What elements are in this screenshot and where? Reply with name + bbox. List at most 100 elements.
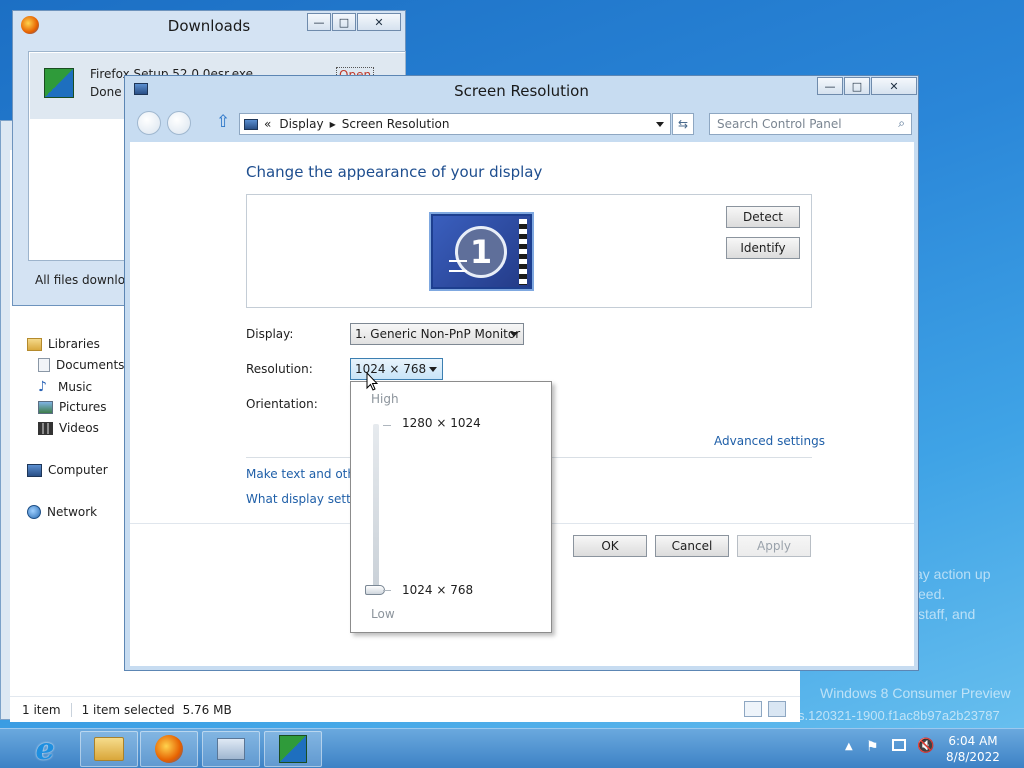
forward-button[interactable]	[167, 111, 191, 135]
nav-item-label: Computer	[48, 463, 108, 477]
taskbar-clock[interactable]: 6:04 AM 8/8/2022	[944, 733, 1002, 765]
maximize-icon: □	[338, 15, 350, 29]
computer-icon	[27, 463, 42, 477]
close-button[interactable]: ✕	[871, 77, 917, 95]
slider-low-label: Low	[371, 607, 395, 621]
item-count: 1 item	[22, 702, 61, 717]
orientation-label: Orientation:	[246, 397, 318, 411]
file-explorer-button[interactable]	[80, 731, 138, 767]
clock-time: 6:04 AM	[948, 734, 998, 748]
monitor-side-strip	[519, 219, 527, 285]
nav-item-videos[interactable]: Videos	[38, 421, 99, 435]
firefox-icon	[155, 735, 183, 763]
resolution-dropdown: High 1280 × 1024 1024 × 768 Low	[350, 381, 552, 633]
control-panel-icon	[217, 738, 245, 760]
close-icon: ✕	[374, 15, 384, 29]
search-placeholder: Search Control Panel	[717, 117, 842, 131]
maximize-icon: □	[851, 79, 863, 93]
taskbar: e ▲ ⚑ 🔇 6:04 AM 8/8/2022	[0, 728, 1024, 768]
advanced-settings-link[interactable]: Advanced settings	[714, 434, 825, 448]
minimize-button[interactable]: —	[817, 77, 843, 95]
identify-button[interactable]: Identify	[726, 237, 800, 259]
firefox-taskbar-button[interactable]	[140, 731, 198, 767]
resolution-slider-track[interactable]	[373, 424, 379, 594]
nav-item-documents[interactable]: Documents	[38, 358, 124, 372]
desktop-watermark-line1: ay action up	[915, 566, 991, 582]
nav-item-label: Videos	[59, 421, 99, 435]
volume-muted-icon[interactable]: 🔇	[917, 738, 934, 754]
maximize-button[interactable]: □	[332, 13, 356, 31]
apply-button[interactable]: Apply	[737, 535, 811, 557]
selected-size: 5.76 MB	[182, 702, 232, 717]
page-heading: Change the appearance of your display	[246, 163, 543, 181]
breadcrumb-display[interactable]: Display	[279, 117, 323, 131]
internet-explorer-icon: e	[35, 731, 55, 767]
nav-item-label: Pictures	[59, 400, 107, 414]
ok-button[interactable]: OK	[573, 535, 647, 557]
slider-tick-bottom	[383, 590, 391, 591]
nav-item-libraries[interactable]: Libraries	[27, 337, 100, 351]
resolution-label: Resolution:	[246, 362, 313, 376]
large-icons-view-icon[interactable]	[768, 701, 786, 717]
back-button[interactable]	[137, 111, 161, 135]
installer-icon	[279, 735, 307, 763]
minimize-icon: —	[313, 15, 325, 29]
close-icon: ✕	[889, 79, 899, 93]
breadcrumb-current[interactable]: Screen Resolution	[342, 117, 450, 131]
breadcrumb-separator-icon: ▶	[329, 119, 336, 129]
ie-button[interactable]: e	[20, 731, 70, 767]
nav-item-network[interactable]: Network	[27, 505, 97, 519]
mouse-cursor-icon	[366, 372, 378, 391]
address-bar[interactable]: « Display ▶ Screen Resolution	[239, 113, 671, 135]
libraries-icon	[27, 337, 42, 351]
nav-item-pictures[interactable]: Pictures	[38, 400, 107, 414]
display-label: Display:	[246, 327, 294, 341]
breadcrumb-chevron[interactable]: «	[264, 117, 271, 131]
monitor-1-icon[interactable]: 1	[431, 214, 532, 289]
show-hidden-icons-icon[interactable]: ▲	[845, 741, 853, 752]
close-button[interactable]: ✕	[357, 13, 401, 31]
videos-icon	[38, 421, 53, 435]
cancel-button[interactable]: Cancel	[655, 535, 729, 557]
resolution-select[interactable]: 1024 × 768	[350, 358, 443, 380]
display-icon	[244, 118, 258, 130]
resolution-slider-thumb[interactable]	[365, 585, 385, 595]
action-center-flag-icon[interactable]: ⚑	[866, 739, 879, 755]
detect-button[interactable]: Detect	[726, 206, 800, 228]
slider-high-label: High	[371, 392, 399, 406]
display-select[interactable]: 1. Generic Non-PnP Monitor	[350, 323, 524, 345]
minimize-button[interactable]: —	[307, 13, 331, 31]
up-arrow-icon[interactable]: ⇧	[216, 112, 230, 132]
monitor-taskbar-lines	[449, 260, 467, 272]
refresh-button[interactable]: ⇆	[672, 113, 694, 135]
download-status: Done	[90, 85, 122, 99]
chevron-down-icon	[429, 367, 437, 372]
details-view-icon[interactable]	[744, 701, 762, 717]
network-icon[interactable]	[892, 739, 906, 751]
os-build-watermark: s.120321-1900.f1ac8b97a2b23787	[798, 708, 1000, 723]
explorer-navigation-pane: Libraries Documents ♪ Music Pictures Vid…	[10, 330, 125, 720]
control-panel-taskbar-button[interactable]	[202, 731, 260, 767]
maximize-button[interactable]: □	[844, 77, 870, 95]
nav-item-computer[interactable]: Computer	[27, 463, 108, 477]
folder-icon	[94, 737, 124, 761]
network-icon	[27, 505, 41, 519]
address-dropdown-icon[interactable]	[656, 122, 664, 127]
explorer-status-bar: 1 item 1 item selected 5.76 MB	[10, 696, 800, 722]
monitor-preview-box: 1 Detect Identify	[246, 194, 812, 308]
chevron-down-icon	[510, 332, 518, 337]
search-icon: ⌕	[898, 116, 905, 130]
slider-tick-top	[383, 425, 391, 426]
nav-item-music[interactable]: ♪ Music	[38, 379, 92, 395]
os-version-watermark: Windows 8 Consumer Preview	[820, 685, 1011, 701]
resolution-option-top[interactable]: 1280 × 1024	[402, 416, 481, 430]
clock-date: 8/8/2022	[946, 750, 1000, 764]
installer-taskbar-button[interactable]	[264, 731, 322, 767]
pictures-icon	[38, 400, 53, 414]
nav-item-label: Network	[47, 505, 98, 519]
screen-resolution-window: Screen Resolution — □ ✕ ⇧ « Display ▶ Sc…	[124, 75, 919, 671]
desktop-watermark-line2: eed.	[918, 586, 946, 602]
resolution-option-bottom[interactable]: 1024 × 768	[402, 583, 473, 597]
nav-item-label: Music	[58, 380, 93, 394]
search-input[interactable]: Search Control Panel ⌕	[709, 113, 912, 135]
